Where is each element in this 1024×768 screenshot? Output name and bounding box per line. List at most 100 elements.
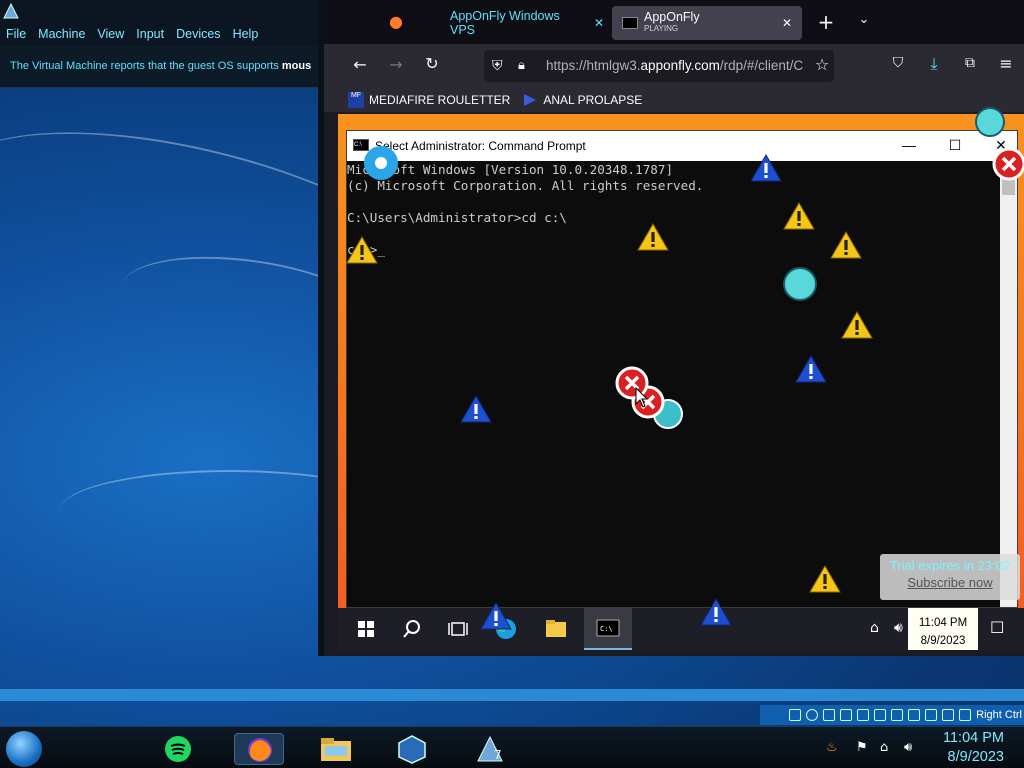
host-horizontal-scrollbar[interactable] [0,689,1024,701]
menu-devices[interactable]: Devices [170,27,226,41]
shield-icon[interactable]: ⛨ [492,57,503,74]
mouse-integration-icon[interactable] [942,709,955,721]
bookmark-label: MEDIAFIRE ROULETTER [369,93,511,107]
vbox-titlebar [0,0,318,22]
console-line: Microsoft Windows [Version 10.0.20348.17… [347,162,674,177]
maximize-icon[interactable]: ☐ [935,137,975,154]
shared-folder-icon[interactable] [874,709,887,721]
cmd-taskbar-icon: C:\ [596,619,620,637]
mouse-integration-notice: The Virtual Machine reports that the gue… [0,46,318,88]
mediafire-icon: MF [348,92,364,108]
url-bar[interactable]: ⛨ 🔒︎ https://htmlgw3.apponfly.com/rdp/#/… [484,50,834,82]
vbox-logo-icon [3,2,19,19]
tab-apponfly-vps[interactable]: AppOnFly Windows VPS ✕ [424,6,604,40]
optical-drive-icon[interactable] [806,709,819,721]
spotify-icon[interactable] [160,733,196,765]
file-explorer-icon[interactable] [316,733,356,765]
tab-label: AppOnFly [644,10,700,24]
notice-bold-text: mous [281,60,312,72]
bookmark-label: ANAL PROLAPSE [543,93,643,107]
bookmark-mediafire[interactable]: MF MEDIAFIRE ROULETTER [348,92,510,108]
subscribe-link[interactable]: Subscribe now [880,573,1020,590]
tab-bar: ● AppOnFly Windows VPS ✕ AppOnFly PLAYIN… [324,0,1024,44]
tab-close-icon[interactable]: ✕ [782,16,792,30]
start-orb-icon[interactable] [6,731,42,767]
volume-icon[interactable]: 🔊︎ [904,740,912,755]
text-cursor: _ [377,242,385,257]
audio-icon[interactable] [823,709,836,721]
virtualbox-icon[interactable] [392,733,432,765]
scrollbar-thumb[interactable] [1002,179,1015,195]
notifications-icon[interactable]: ☐ [990,618,1004,637]
trial-banner: Trial expires in 23:02 Subscribe now [880,554,1020,600]
cmd-titlebar[interactable]: C:\ Select Administrator: Command Prompt… [347,131,1017,161]
firefox-icon[interactable]: ● [384,12,408,31]
bookmarks-bar: MF MEDIAFIRE ROULETTER ANAL PROLAPSE [324,88,1024,112]
lock-icon[interactable]: 🔒︎ [518,57,525,73]
network-adapter-icon[interactable] [840,709,853,721]
close-icon[interactable]: ✕ [981,137,1021,154]
forward-icon: → [389,55,403,74]
search-icon[interactable] [398,616,426,642]
new-tab-icon[interactable]: + [814,10,838,34]
menu-input[interactable]: Input [130,27,170,41]
action-center-flag-icon[interactable]: ⚑ [856,740,868,755]
rdp-viewport[interactable]: C:\ Select Administrator: Command Prompt… [338,114,1024,650]
menu-hamburger-icon[interactable]: ≡ [994,54,1018,73]
network-icon[interactable]: ⌂ [880,740,888,755]
server-clock[interactable]: 11:04 PM 8/9/2023 [908,608,978,650]
network-icon[interactable]: ⌂ [870,620,879,636]
menu-help[interactable]: Help [227,27,265,41]
chevron-bookmark-icon [524,94,537,106]
java-update-icon[interactable]: ♨ [826,740,838,755]
list-tabs-chevron-icon[interactable]: ⌄ [852,12,876,27]
edge-icon[interactable] [492,616,520,642]
recording-icon[interactable] [908,709,921,721]
host-clock[interactable]: 11:04 PM 8/9/2023 [943,729,1004,767]
minimize-icon[interactable]: — [889,137,929,153]
file-explorer-icon[interactable] [542,616,570,642]
browser-window: ● AppOnFly Windows VPS ✕ AppOnFly PLAYIN… [318,0,1024,656]
menu-view[interactable]: View [91,27,130,41]
nav-toolbar: ← → ↻ ⛨ 🔒︎ https://htmlgw3.apponfly.com/… [324,44,1024,88]
server-taskbar: C:\ ⌂ 🔊︎ 11:04 PM 8/9/2023 ☐ [338,608,1024,650]
usb-icon[interactable] [857,709,870,721]
downloads-icon[interactable]: ⤓ [922,54,946,74]
extensions-icon[interactable]: ⧉ [958,55,982,71]
tab-apponfly[interactable]: AppOnFly PLAYING ✕ [612,6,802,40]
svg-text:C:\: C:\ [600,625,613,633]
bookmark-star-icon[interactable]: ☆ [810,55,834,74]
cpu-icon[interactable] [925,709,938,721]
hdd-icon[interactable] [789,709,802,721]
console-line: (c) Microsoft Corporation. All rights re… [347,178,704,193]
back-icon[interactable]: ← [348,55,372,74]
firefox-taskbar-button[interactable] [234,733,284,765]
taskbar-cmd-active[interactable]: C:\ [584,608,632,650]
bookmark-anal-prolapse[interactable]: ANAL PROLAPSE [522,92,642,108]
cmd-scrollbar[interactable] [1000,161,1017,607]
server-clock-time: 11:04 PM [918,617,968,629]
terminal-favicon-icon [622,17,638,29]
cmd-console[interactable]: Microsoft Windows [Version 10.0.20348.17… [347,161,1001,607]
task-view-icon[interactable] [444,616,472,642]
cmd-icon: C:\ [353,139,369,151]
url-suffix: /rdp/#/client/C [719,58,804,73]
tab-playing-label: PLAYING [644,24,679,33]
windows7-vm-icon[interactable]: 7 [470,733,514,765]
console-line: C:\Users\Administrator>cd c:\ [347,210,567,225]
reload-icon[interactable]: ↻ [420,54,444,73]
volume-icon[interactable]: 🔊︎ [894,620,903,636]
url-prefix: https://htmlgw3. [546,58,641,73]
host-clock-time: 11:04 PM [943,730,1004,746]
pocket-icon[interactable]: ⛉ [886,55,910,71]
console-prompt: c:\> [347,242,378,257]
menu-machine[interactable]: Machine [32,27,91,41]
keyboard-icon[interactable] [959,709,972,721]
tab-close-icon[interactable]: ✕ [594,16,604,30]
cmd-window[interactable]: C:\ Select Administrator: Command Prompt… [346,130,1018,608]
url-domain: apponfly.com [640,58,720,73]
windows-start-icon[interactable] [352,616,380,642]
menu-file[interactable]: File [0,27,32,41]
display-icon[interactable] [891,709,904,721]
